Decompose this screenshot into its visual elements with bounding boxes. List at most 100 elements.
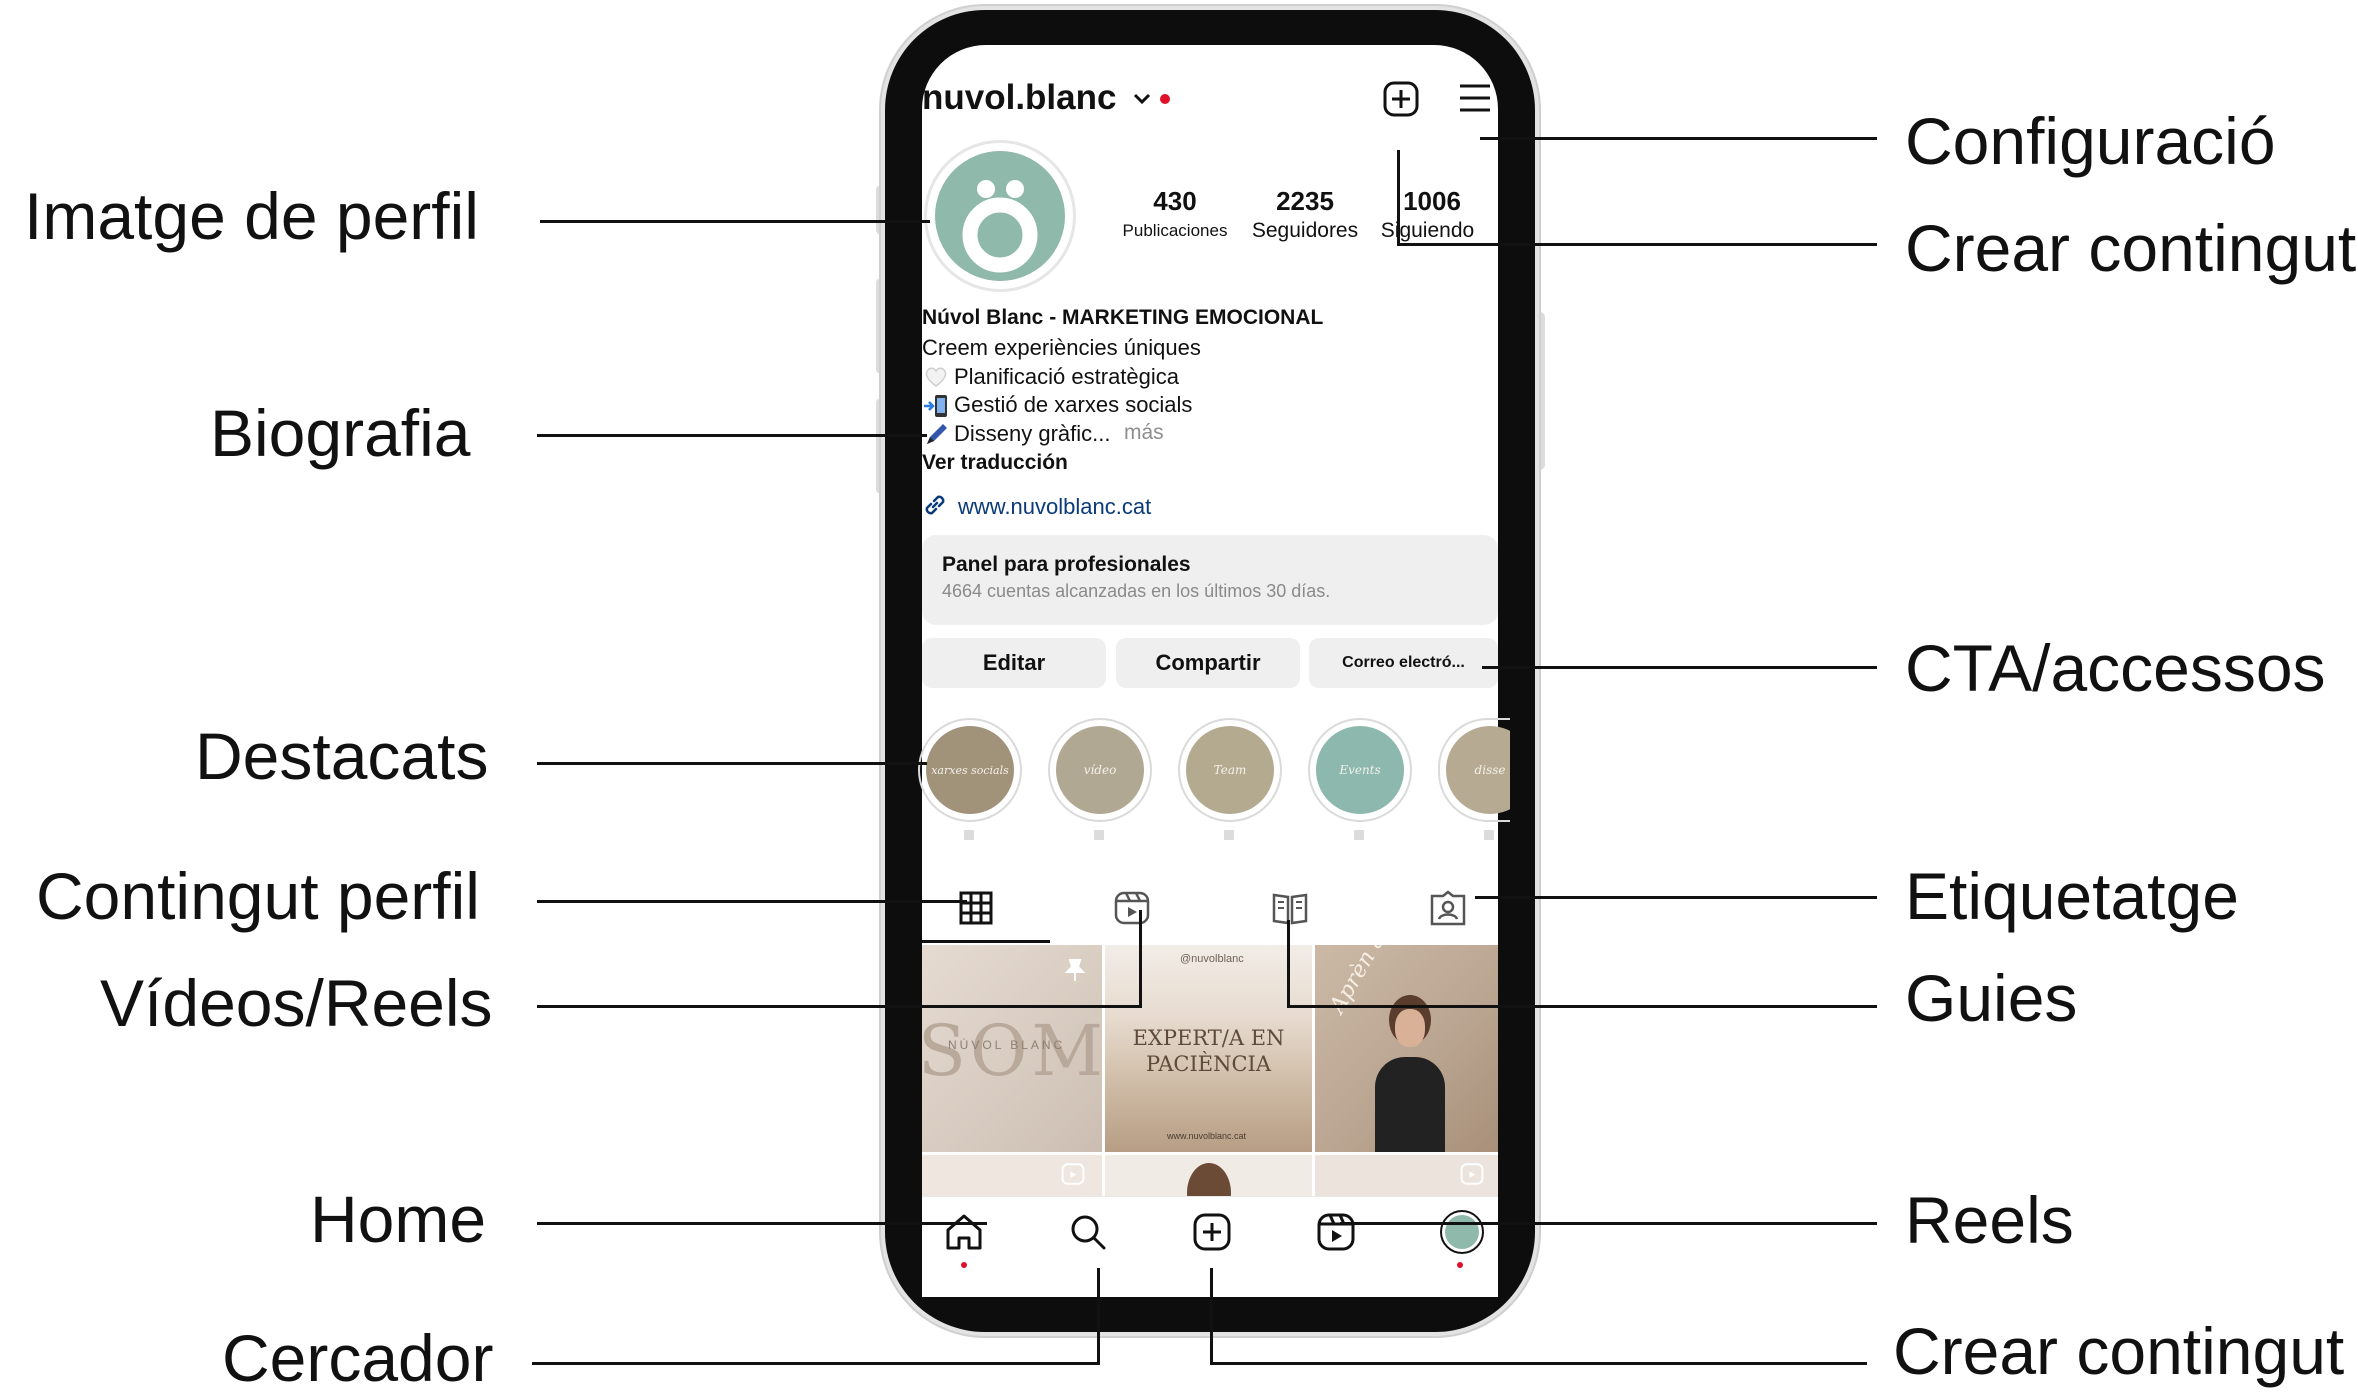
website-link[interactable]: www.nuvolblanc.cat [958,494,1151,520]
home-notification-dot [961,1262,967,1268]
connector-biografia [537,434,927,437]
stat-following-label: Siguiendo [1380,219,1475,242]
edit-profile-button[interactable]: Editar [922,638,1106,688]
label-imatge-perfil: Imatge de perfil [24,179,479,253]
menu-icon[interactable] [1458,82,1492,114]
highlight-4[interactable]: Events [1308,718,1412,822]
reels-nav-icon[interactable] [1314,1210,1358,1254]
email-button[interactable]: Correo electró... [1309,638,1498,688]
post-2-url: www.nuvolblanc.cat [1167,1131,1247,1141]
label-crear-contingut-top: Crear contingut [1905,211,2357,285]
connector-etiquetatge [1475,896,1877,899]
reel-badge-icon-2 [1460,1163,1484,1185]
connector-crear-contingut-top-h [1397,243,1877,246]
pro-dashboard-panel[interactable]: Panel para profesionales 4664 cuentas al… [922,535,1498,625]
reels-icon[interactable] [1112,888,1152,928]
highlight-4-cover: Events [1316,726,1404,814]
heart-emoji-icon [925,367,947,387]
stat-followers-count[interactable]: 2235 [1240,186,1370,217]
highlight-2[interactable]: vídeo [1048,718,1152,822]
guide-icon[interactable] [1270,888,1310,928]
grid-tab-indicator [922,940,1050,943]
pin-icon [1064,959,1086,981]
notification-dot [1160,94,1170,104]
profile-avatar-icon[interactable] [1440,1210,1484,1254]
highlight-2-cover: vídeo [1056,726,1144,814]
reel-badge-icon [1061,1163,1085,1185]
avatar [935,151,1065,281]
bio-more-link[interactable]: más [1124,421,1164,445]
label-contingut-perfil: Contingut perfil [36,859,480,933]
stat-following-count[interactable]: 1006 [1367,186,1497,217]
connector-cercador-h [532,1362,1100,1365]
label-cta-accessos: CTA/accessos [1905,631,2326,705]
highlight-1-cover: xarxes socials [926,726,1014,814]
label-crear-contingut-bottom: Crear contingut [1893,1314,2345,1388]
profile-picture[interactable] [924,140,1076,292]
profile-avatar-inner [1445,1215,1479,1249]
post-tile-1[interactable]: SOM NÚVOL BLANC [922,945,1102,1152]
post-tile-2[interactable]: @nuvolblanc EXPERT/A EN PACIÈNCIA www.nu… [1105,945,1312,1152]
home-icon[interactable] [942,1210,986,1254]
connector-guies-v [1287,920,1290,1008]
grid-icon[interactable] [956,888,996,928]
connector-reels [1340,1222,1877,1225]
label-reels: Reels [1905,1183,2074,1257]
stat-posts-count[interactable]: 430 [1110,186,1240,217]
brand-logo-icon [962,180,1038,273]
chevron-down-icon[interactable] [1132,92,1152,106]
post-1-brand: NÚVOL BLANC [948,1038,1066,1052]
connector-crear-contingut-top-v [1397,150,1400,246]
plus-square-icon[interactable] [1382,80,1420,118]
phone-emoji-icon [924,395,947,417]
pro-dashboard-title: Panel para profesionales [942,553,1191,576]
connector-cercador-v [1097,1268,1100,1365]
connector-guies-h [1287,1005,1877,1008]
bio-line-2: Planificació estratègica [954,364,1180,389]
bio-line-1: Creem experiències úniques [922,335,1201,360]
highlight-1[interactable]: xarxes socials [918,718,1022,822]
create-icon[interactable] [1190,1210,1234,1254]
stat-followers-label: Seguidores [1251,219,1359,242]
label-videos-reels: Vídeos/Reels [100,966,493,1040]
connector-imatge-perfil [540,220,930,223]
highlight-5-cover: disse [1446,726,1510,814]
profile-notification-dot [1457,1262,1463,1268]
stat-posts-label: Publicaciones [1122,221,1228,240]
tag-icon[interactable] [1428,888,1468,928]
highlight-4-title [1354,830,1364,840]
profile-name: Núvol Blanc - MARKETING EMOCIONAL [922,306,1324,329]
label-biografia: Biografia [210,396,471,470]
label-cercador: Cercador [222,1321,494,1395]
search-icon[interactable] [1066,1210,1110,1254]
highlight-5-title [1484,830,1494,840]
connector-crear-contingut-bottom-h [1210,1362,1867,1365]
profile-username[interactable]: nuvol.blanc [922,78,1116,118]
post-tile-3[interactable]: Aprèn a fer reels com [1315,945,1498,1152]
connector-configuracio [1480,137,1877,140]
connector-crear-contingut-bottom-v [1210,1268,1213,1365]
translate-link[interactable]: Ver traducción [922,451,1068,475]
highlight-3[interactable]: Team [1178,718,1282,822]
highlight-2-title [1094,830,1104,840]
connector-videos-reels-v [1139,910,1142,1008]
post-2-text: EXPERT/A EN PACIÈNCIA [1132,1026,1285,1076]
side-button-power [1535,312,1545,470]
label-guies: Guies [1905,961,2078,1035]
share-profile-button[interactable]: Compartir [1116,638,1300,688]
connector-contingut-perfil [537,900,967,903]
connector-cta-accessos [1482,666,1877,669]
highlight-1-title [964,830,974,840]
connector-videos-reels-h [537,1005,1142,1008]
bio-line-3: Gestió de xarxes socials [954,392,1193,417]
pen-emoji-icon [927,424,947,444]
connector-home [537,1222,987,1225]
link-icon [925,495,945,515]
highlight-3-title [1224,830,1234,840]
label-home: Home [310,1182,487,1256]
pro-dashboard-subtitle: 4664 cuentas alcanzadas en los últimos 3… [942,581,1331,601]
connector-destacats [537,762,927,765]
bio-line-4: Disseny gràfic... [954,421,1111,446]
label-etiquetatge: Etiquetatge [1905,859,2239,933]
label-destacats: Destacats [195,719,489,793]
